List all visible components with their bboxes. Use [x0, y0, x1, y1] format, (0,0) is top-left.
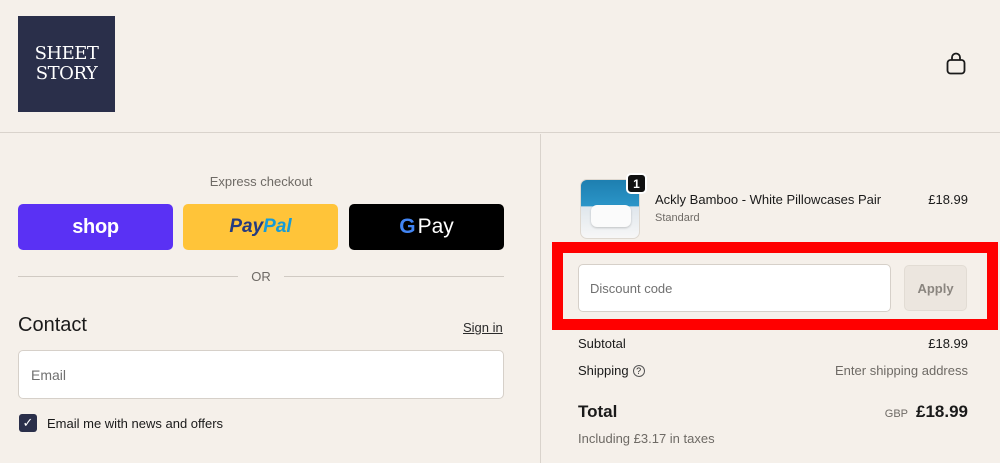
pillow-image: [591, 205, 631, 227]
logo-line-2: STORY: [35, 63, 98, 84]
shop-pay-label: shop: [72, 215, 119, 238]
help-icon[interactable]: ?: [632, 365, 645, 377]
email-field[interactable]: [18, 350, 504, 399]
checkout-form: Express checkout shop Pay Pal G Pay OR Co…: [0, 134, 541, 463]
total-value: £18.99: [916, 402, 968, 421]
currency-code: GBP: [884, 408, 908, 420]
product-variant: Standard: [655, 212, 700, 224]
discount-code-input[interactable]: [578, 264, 891, 312]
product-price: £18.99: [928, 192, 968, 207]
subtotal-label: Subtotal: [578, 336, 626, 351]
shopping-bag-icon[interactable]: [945, 52, 967, 76]
paypal-label-part2: Pal: [263, 216, 292, 237]
sheet-story-logo[interactable]: SHEET STORY: [18, 16, 115, 112]
header: SHEET STORY: [0, 0, 1000, 133]
apply-discount-button[interactable]: Apply: [904, 265, 967, 311]
google-pay-label: Pay: [417, 215, 454, 238]
taxes-note: Including £3.17 in taxes: [578, 431, 715, 446]
sign-in-link[interactable]: Sign in: [463, 320, 503, 335]
newsletter-checkbox[interactable]: ✓: [19, 414, 37, 432]
total-label: Total: [578, 402, 618, 421]
quantity-badge: 1: [626, 173, 647, 194]
or-label: OR: [251, 269, 271, 284]
shipping-label: Shipping: [578, 363, 629, 378]
newsletter-label: Email me with news and offers: [47, 416, 224, 431]
express-checkout-label: Express checkout: [209, 174, 313, 189]
paypal-label-part1: Pay: [229, 216, 264, 237]
shipping-value: Enter shipping address: [835, 363, 968, 378]
google-g-icon: G: [399, 215, 416, 238]
product-name: Ackly Bamboo - White Pillowcases Pair: [655, 192, 882, 207]
shop-pay-button[interactable]: shop: [18, 204, 173, 250]
order-summary: 1 Ackly Bamboo - White Pillowcases Pair …: [542, 134, 1000, 463]
logo-line-1: SHEET: [34, 43, 99, 64]
paypal-button[interactable]: Pay Pal: [183, 204, 338, 250]
total-amount-group: GBP £18.99: [885, 402, 968, 422]
or-divider: OR: [18, 269, 504, 284]
contact-heading: Contact: [18, 314, 87, 336]
google-pay-button[interactable]: G Pay: [349, 204, 504, 250]
subtotal-value: £18.99: [928, 336, 968, 351]
shipping-label-row: Shipping?: [578, 363, 645, 378]
